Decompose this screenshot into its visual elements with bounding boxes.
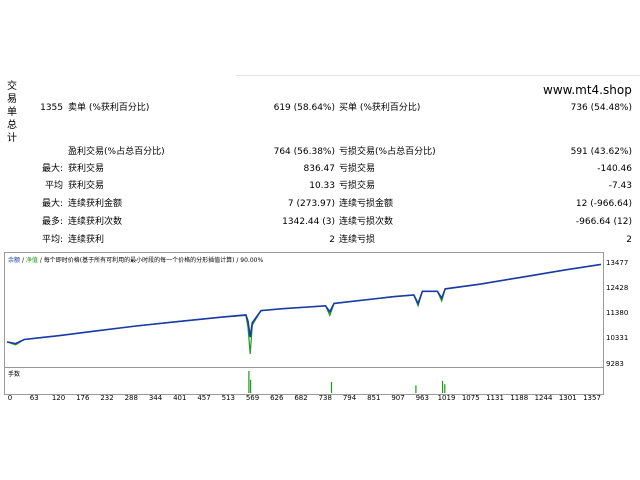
x-tick-label: 1131 — [486, 394, 504, 402]
stat-value: 619 (58.64%) — [273, 103, 335, 113]
x-tick-label: 1075 — [461, 394, 480, 402]
x-tick-label: 569 — [245, 394, 260, 402]
stat-label: 平均 — [44, 181, 63, 191]
stat-label: 平均: — [41, 235, 63, 245]
x-tick-label: 120 — [51, 394, 66, 402]
stat-value: 2 — [626, 235, 632, 245]
volume-chart — [248, 371, 446, 393]
y-tick-label: 11380 — [606, 309, 629, 317]
stat-label: 亏损交易(%占总百分比) — [339, 147, 436, 157]
stat-label: 连续亏损 — [339, 235, 376, 245]
x-tick-label: 738 — [318, 394, 332, 402]
x-tick-label: 401 — [173, 394, 187, 402]
volume-bar — [444, 384, 446, 393]
stat-label: 最大: — [41, 164, 63, 174]
stat-label: 获利交易 — [68, 164, 105, 174]
y-tick-label: 9283 — [606, 360, 624, 368]
stats-row: 盈利交易(%占总百分比) 764 (56.38%) 亏损交易(%占总百分比) 5… — [0, 144, 640, 160]
stat-value: 764 (56.38%) — [273, 147, 335, 157]
volume-bar — [248, 371, 250, 393]
stat-label: 连续亏损金额 — [339, 199, 394, 209]
sidebar-title-char: 交 — [7, 81, 17, 92]
volume-bar — [415, 385, 417, 393]
stat-value: 10.33 — [309, 181, 335, 191]
stat-value: 2 — [329, 235, 335, 245]
stats-row: 1355 卖单 (%获利百分比) 619 (58.64%) 买单 (%获利百分比… — [0, 100, 640, 116]
x-tick-label: 63 — [29, 394, 39, 402]
stat-label: 亏损交易 — [339, 164, 376, 174]
stat-label: 1355 — [40, 103, 63, 113]
stat-label: 亏损交易 — [339, 181, 376, 191]
x-tick-label: 457 — [197, 394, 211, 402]
stat-value: 1342.44 (3) — [282, 217, 335, 227]
stat-label: 连续获利 — [68, 235, 105, 245]
volume-bar — [250, 379, 252, 393]
stat-label: 获利交易 — [68, 181, 105, 191]
stat-label: 最大: — [41, 199, 63, 209]
stats-row: 平均 获利交易 10.33 亏损交易 -7.43 — [0, 178, 640, 194]
stats-row — [0, 120, 640, 136]
x-tick-label: 0 — [7, 394, 13, 402]
x-tick-label: 232 — [100, 394, 114, 402]
x-tick-label: 513 — [221, 394, 235, 402]
x-tick-label: 626 — [270, 394, 284, 402]
x-tick-label: 851 — [367, 394, 381, 402]
x-tick-label: 176 — [76, 394, 90, 402]
stat-value: -7.43 — [608, 181, 632, 191]
stat-label: 连续亏损次数 — [339, 217, 394, 227]
x-tick-label: 1188 — [510, 394, 529, 402]
stats-row: 最多: 连续获利次数 1342.44 (3) 连续亏损次数 -966.64 (1… — [0, 214, 640, 230]
x-tick-label: 1019 — [437, 394, 456, 402]
stat-value: -140.46 — [597, 164, 632, 174]
x-tick-label: 288 — [124, 394, 138, 402]
site-watermark: www.mt4.shop — [543, 83, 632, 97]
divider — [236, 75, 640, 76]
volume-bar — [442, 380, 444, 393]
stat-label: 卖单 (%获利百分比) — [68, 103, 150, 113]
equity-line — [6, 263, 602, 355]
stat-value: 7 (273.97) — [287, 199, 335, 209]
y-tick-label: 13477 — [606, 259, 629, 267]
x-tick-label: 907 — [391, 394, 405, 402]
stat-value: 836.47 — [303, 164, 336, 174]
x-tick-label: 963 — [415, 394, 429, 402]
stat-value: 591 (43.62%) — [570, 147, 632, 157]
stats-row: 最大: 获利交易 836.47 亏损交易 -140.46 — [0, 161, 640, 177]
x-tick-label: 794 — [342, 394, 357, 402]
stat-label: 连续获利次数 — [68, 217, 123, 227]
x-tick-label: 344 — [148, 394, 163, 402]
stat-value: -966.64 (12) — [575, 217, 632, 227]
balance-chart — [6, 263, 602, 355]
stat-label: 连续获利金额 — [68, 199, 123, 209]
stats-row: 平均: 连续获利 2 连续亏损 2 — [0, 232, 640, 248]
stat-value: 736 (54.48%) — [570, 103, 632, 113]
x-tick-label: 1357 — [583, 394, 601, 402]
stat-label: 买单 (%获利百分比) — [339, 103, 421, 113]
stat-label: 盈利交易(%占总百分比) — [68, 147, 165, 157]
y-tick-label: 12428 — [606, 284, 629, 292]
x-tick-label: 1244 — [534, 394, 553, 402]
volume-bar — [330, 382, 333, 393]
stat-label: 最多: — [41, 217, 63, 227]
x-tick-label: 1301 — [558, 394, 577, 402]
balance-line — [6, 263, 602, 345]
y-tick-label: 10331 — [606, 334, 629, 342]
stat-value: 12 (-966.64) — [575, 199, 632, 209]
x-tick-label: 682 — [294, 394, 308, 402]
stats-row: 最大: 连续获利金额 7 (273.97) 连续亏损金额 12 (-966.64… — [0, 196, 640, 212]
